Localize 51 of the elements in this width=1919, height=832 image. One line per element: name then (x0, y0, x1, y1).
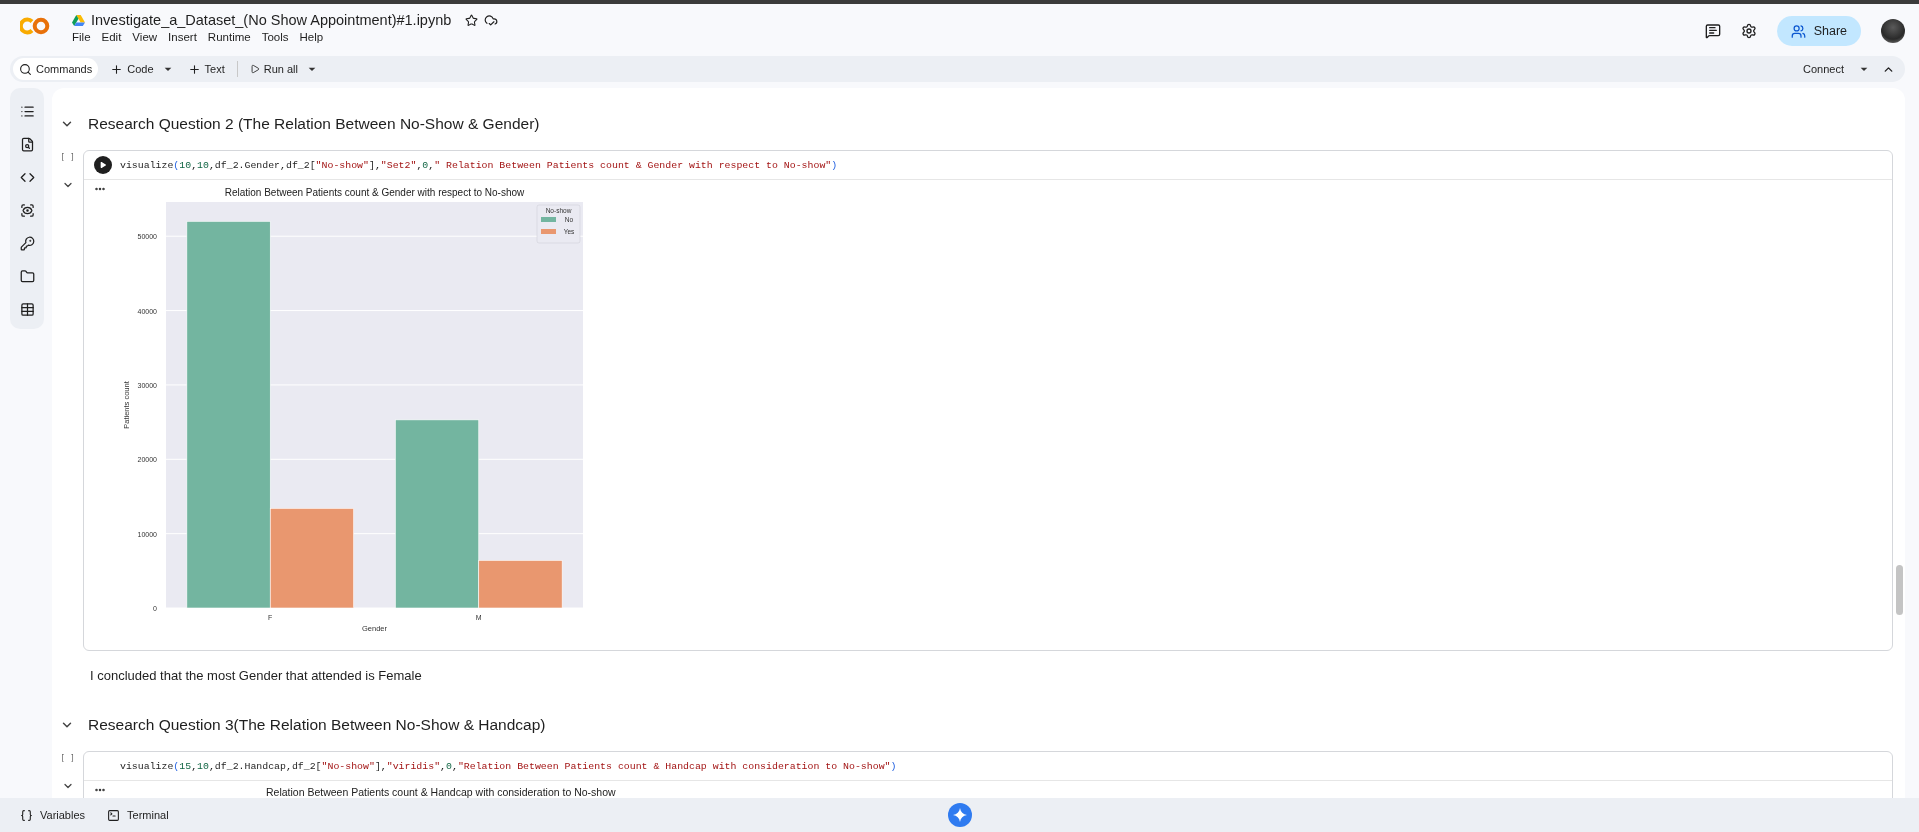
menu-item[interactable]: File (72, 31, 91, 43)
chart-title: Relation Between Patients count & Gender with respect to No-show (224, 187, 525, 198)
output-chart-title: Relation Between Patients count & Handcap with consideration to No-show (266, 785, 616, 798)
execution-count: [ ] (60, 754, 75, 763)
folder-icon[interactable] (19, 269, 35, 284)
braces-icon (20, 808, 33, 822)
comment-icon[interactable] (1704, 23, 1721, 39)
add-code-button[interactable]: Code (108, 58, 156, 80)
text-cell-text: I concluded that the most Gender that attended is Female (90, 667, 423, 685)
people-icon (1790, 23, 1806, 39)
menu-item[interactable]: Help (299, 31, 324, 43)
notebook-title[interactable]: Investigate_a_Dataset_(No Show Appointment)#1.ipynb (91, 12, 452, 28)
terminal-icon (107, 808, 121, 822)
add-text-button[interactable]: Text (185, 58, 227, 80)
sparkle-icon (953, 808, 967, 822)
terminal-button[interactable]: Terminal (107, 808, 169, 822)
menu-item[interactable]: View (132, 31, 158, 43)
eye-icon[interactable] (19, 203, 35, 218)
cloud-check-icon[interactable] (484, 13, 499, 27)
avatar[interactable] (1881, 19, 1905, 43)
variables-button[interactable]: Variables (20, 808, 86, 822)
list-icon[interactable] (19, 104, 35, 119)
menu-item[interactable]: Insert (168, 31, 197, 43)
run-all-button[interactable]: Run all (247, 58, 300, 80)
commands-button[interactable]: Commands (13, 58, 99, 80)
plus-icon (187, 62, 201, 76)
code-cell[interactable] (83, 150, 1893, 651)
table-icon[interactable] (19, 302, 35, 317)
plus-icon (110, 62, 124, 76)
menu-item[interactable]: Runtime (207, 31, 251, 43)
execution-count: [ ] (60, 153, 75, 162)
menu-item[interactable]: Edit (101, 31, 122, 43)
run-cell-button[interactable] (94, 156, 112, 174)
play-icon (249, 64, 260, 74)
code-line[interactable]: visualize(15,10,df_2.Handcap,df_2["No-show"],"viridis",0,"Relation Between Patients count & Handcap with consideration to No-show") (120, 760, 897, 772)
key-icon[interactable] (19, 236, 35, 251)
search-icon (19, 62, 32, 76)
code-line[interactable]: visualize(10,10,df_2.Gender,df_2["No-show"],"Set2",0," Relation Between Patients count & Gender with respect to No-show") (120, 159, 838, 171)
drive-icon (72, 14, 85, 26)
file-search-icon[interactable] (19, 137, 35, 152)
connect-button[interactable]: Connect (1801, 58, 1846, 80)
section-heading: Research Question 3(The Relation Between No-Show & Handcap) (88, 716, 546, 734)
logo-icon[interactable] (20, 17, 50, 35)
code-icon[interactable] (19, 170, 35, 185)
play-icon (99, 161, 107, 169)
star-icon[interactable] (465, 13, 479, 27)
share-button[interactable]: Share (1776, 16, 1861, 46)
settings-icon[interactable] (1740, 23, 1757, 39)
section-heading: Research Question 2 (The Relation Between No-Show & Gender) (88, 115, 540, 133)
menu-item[interactable]: Tools (261, 31, 289, 43)
scrollbar-thumb[interactable] (1896, 565, 1903, 615)
